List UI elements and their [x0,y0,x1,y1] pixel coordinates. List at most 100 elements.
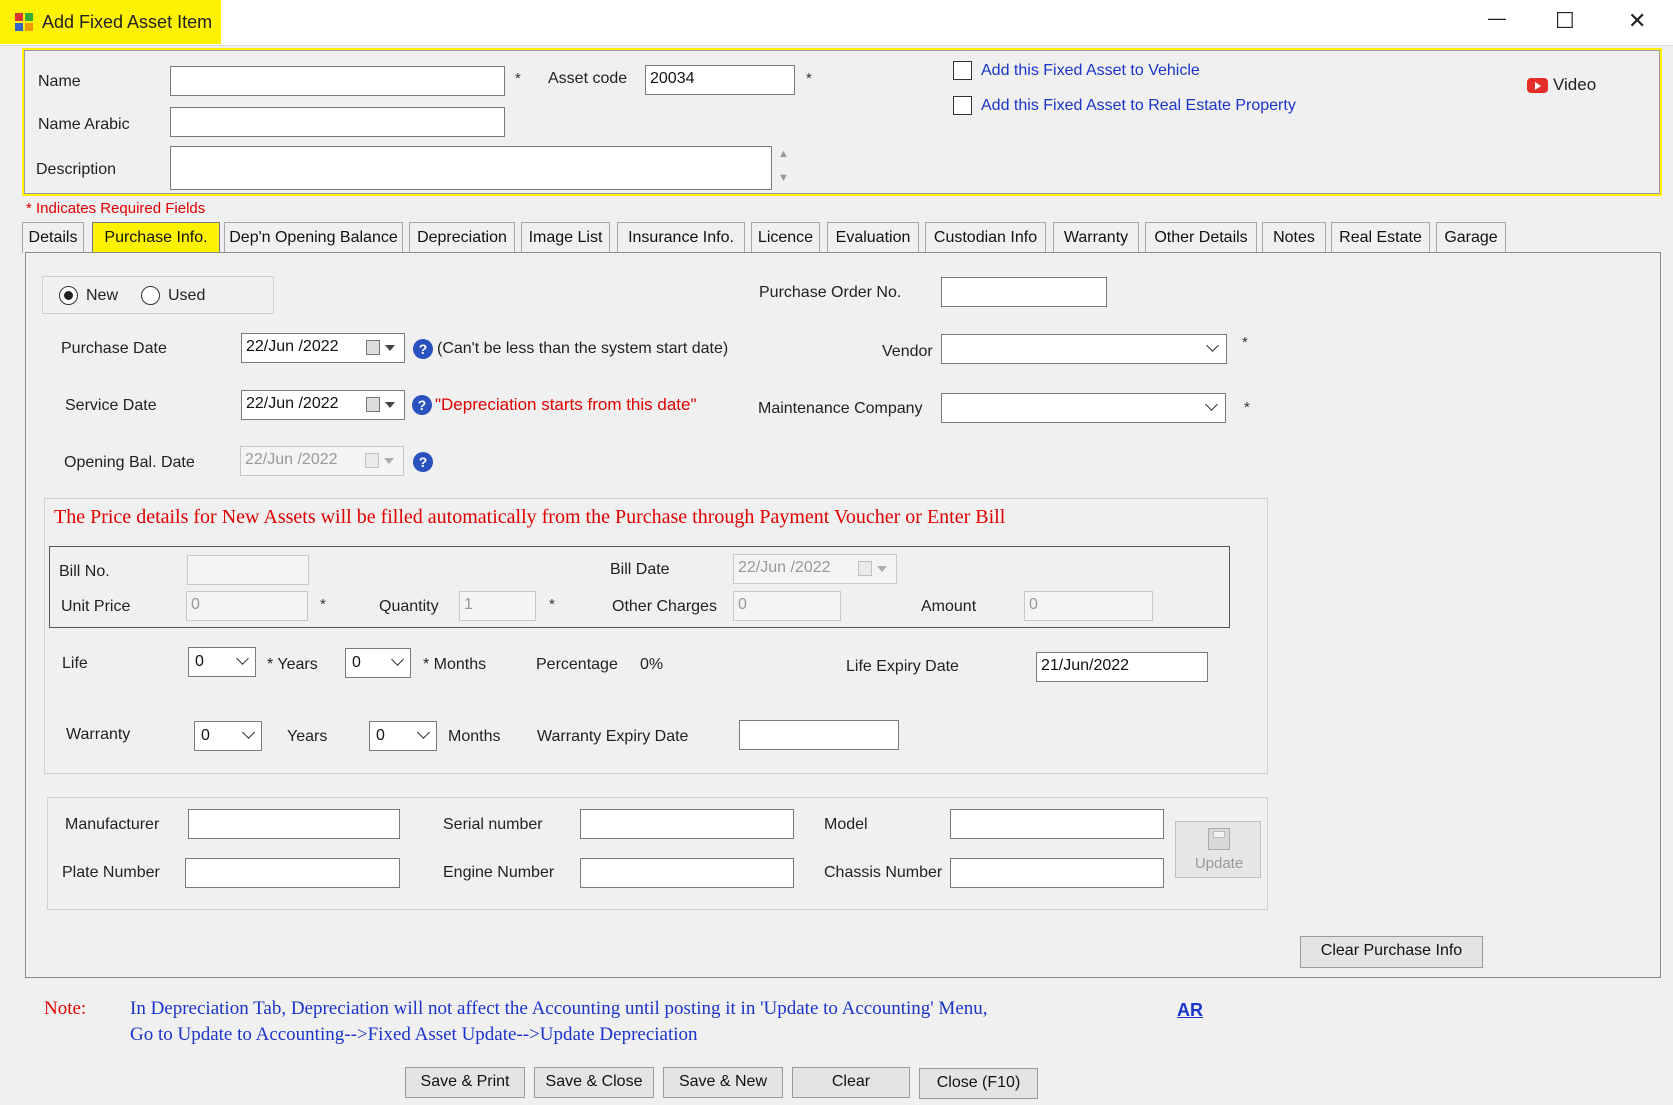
bill-date-dropdown-icon[interactable] [877,566,887,572]
engine-number-label: Engine Number [443,864,555,881]
quantity-required-star: * [549,596,555,613]
name-arabic-input[interactable] [170,107,505,137]
clear-button[interactable]: Clear [792,1067,910,1098]
unit-price-input[interactable]: 0 [186,591,308,621]
unit-price-label: Unit Price [61,598,131,615]
description-scroll-down-icon[interactable]: ▼ [778,172,789,184]
note-label: Note: [44,998,87,1019]
close-f10-button[interactable]: Close (F10) [919,1068,1038,1099]
warranty-expiry-input[interactable] [739,720,899,750]
vendor-dropdown[interactable] [941,334,1227,364]
purchase-date-picker[interactable]: 22/Jun /2022 [241,333,405,363]
tab-real-estate[interactable]: Real Estate [1331,222,1430,253]
warranty-months-dropdown[interactable]: 0 [369,721,437,751]
video-link[interactable]: Video [1553,75,1596,95]
update-button[interactable]: Update [1175,821,1261,878]
life-years-dropdown[interactable]: 0 [188,647,256,677]
tab-evaluation[interactable]: Evaluation [827,222,919,253]
clear-purchase-info-button[interactable]: Clear Purchase Info [1300,936,1483,968]
purchase-order-input[interactable] [941,277,1107,307]
other-charges-label: Other Charges [612,598,717,615]
name-input[interactable] [170,66,505,96]
used-radio-label[interactable]: Used [168,287,205,305]
real-estate-checkbox[interactable] [953,96,972,115]
description-input[interactable] [170,146,772,190]
opening-bal-dropdown-icon[interactable] [384,458,394,464]
serial-number-input[interactable] [580,809,794,839]
asset-code-input[interactable]: 20034 [645,65,795,95]
bill-date-calendar-icon[interactable] [858,561,872,576]
tab-custodian-info[interactable]: Custodian Info [925,222,1046,253]
percentage-label: Percentage [536,656,618,673]
service-date-help-icon[interactable]: ? [412,395,432,415]
maintenance-company-dropdown[interactable] [941,393,1226,423]
tab-depn-opening-balance[interactable]: Dep'n Opening Balance [224,222,403,253]
save-disk-icon [1208,828,1230,850]
save-new-button[interactable]: Save & New [663,1067,783,1098]
note-line-1: In Depreciation Tab, Depreciation will n… [130,998,988,1019]
tab-notes[interactable]: Notes [1262,222,1326,253]
life-months-dropdown[interactable]: 0 [345,648,411,678]
tab-garage[interactable]: Garage [1436,222,1506,253]
name-arabic-label: Name Arabic [38,116,130,133]
opening-bal-date-picker[interactable]: 22/Jun /2022 [240,446,404,476]
tab-purchase-info[interactable]: Purchase Info. [92,222,220,253]
description-scroll-up-icon[interactable]: ▲ [778,148,789,160]
youtube-icon[interactable] [1527,78,1548,93]
life-years-label: * Years [267,656,318,673]
manufacturer-input[interactable] [188,809,400,839]
tab-warranty[interactable]: Warranty [1053,222,1139,253]
vendor-label: Vendor [882,343,933,360]
service-date-picker[interactable]: 22/Jun /2022 [241,390,405,420]
service-date-dropdown-icon[interactable] [385,402,395,408]
real-estate-checkbox-label[interactable]: Add this Fixed Asset to Real Estate Prop… [981,97,1296,115]
purchase-date-help-icon[interactable]: ? [413,339,433,359]
life-expiry-label: Life Expiry Date [846,658,959,675]
new-radio[interactable] [59,286,78,305]
life-label: Life [62,655,88,672]
engine-number-input[interactable] [580,858,794,888]
used-radio[interactable] [141,286,160,305]
purchase-date-calendar-icon[interactable] [366,340,380,355]
tab-depreciation[interactable]: Depreciation [409,222,515,253]
bill-date-picker[interactable]: 22/Jun /2022 [733,554,897,584]
tab-other-details[interactable]: Other Details [1145,222,1257,253]
minimize-button[interactable]: — [1488,8,1506,29]
plate-number-input[interactable] [185,858,400,888]
update-button-label: Update [1194,855,1244,872]
save-close-button[interactable]: Save & Close [534,1067,654,1098]
tab-details[interactable]: Details [22,222,84,253]
tab-insurance-info[interactable]: Insurance Info. [617,222,745,253]
name-label: Name [38,73,81,90]
opening-bal-calendar-icon[interactable] [365,453,379,468]
bill-no-input[interactable] [187,555,309,585]
chassis-number-input[interactable] [950,858,1164,888]
save-print-button[interactable]: Save & Print [405,1067,525,1098]
quantity-input[interactable]: 1 [459,591,536,621]
opening-bal-help-icon[interactable]: ? [413,452,433,472]
vehicle-checkbox[interactable] [953,61,972,80]
new-radio-label[interactable]: New [86,287,118,305]
maintenance-company-label: Maintenance Company [758,400,923,417]
warranty-years-dropdown[interactable]: 0 [194,721,262,751]
service-date-calendar-icon[interactable] [366,397,380,412]
amount-label: Amount [921,598,977,615]
tab-image-list[interactable]: Image List [521,222,610,253]
maintenance-required-star: * [1244,399,1250,416]
tab-licence[interactable]: Licence [751,222,820,253]
amount-input[interactable]: 0 [1024,591,1153,621]
purchase-order-label: Purchase Order No. [759,284,902,301]
other-charges-input[interactable]: 0 [733,591,841,621]
vehicle-checkbox-label[interactable]: Add this Fixed Asset to Vehicle [981,62,1200,80]
ar-link[interactable]: AR [1177,1000,1203,1021]
bill-no-label: Bill No. [59,563,110,580]
model-label: Model [824,816,868,833]
life-expiry-input[interactable]: 21/Jun/2022 [1036,652,1208,682]
unit-price-required-star: * [320,596,326,613]
purchase-date-dropdown-icon[interactable] [385,345,395,351]
close-button[interactable]: ✕ [1628,8,1646,34]
plate-number-label: Plate Number [62,864,160,881]
model-input[interactable] [950,809,1164,839]
bill-date-label: Bill Date [610,561,670,578]
maximize-button[interactable]: ☐ [1555,8,1575,34]
